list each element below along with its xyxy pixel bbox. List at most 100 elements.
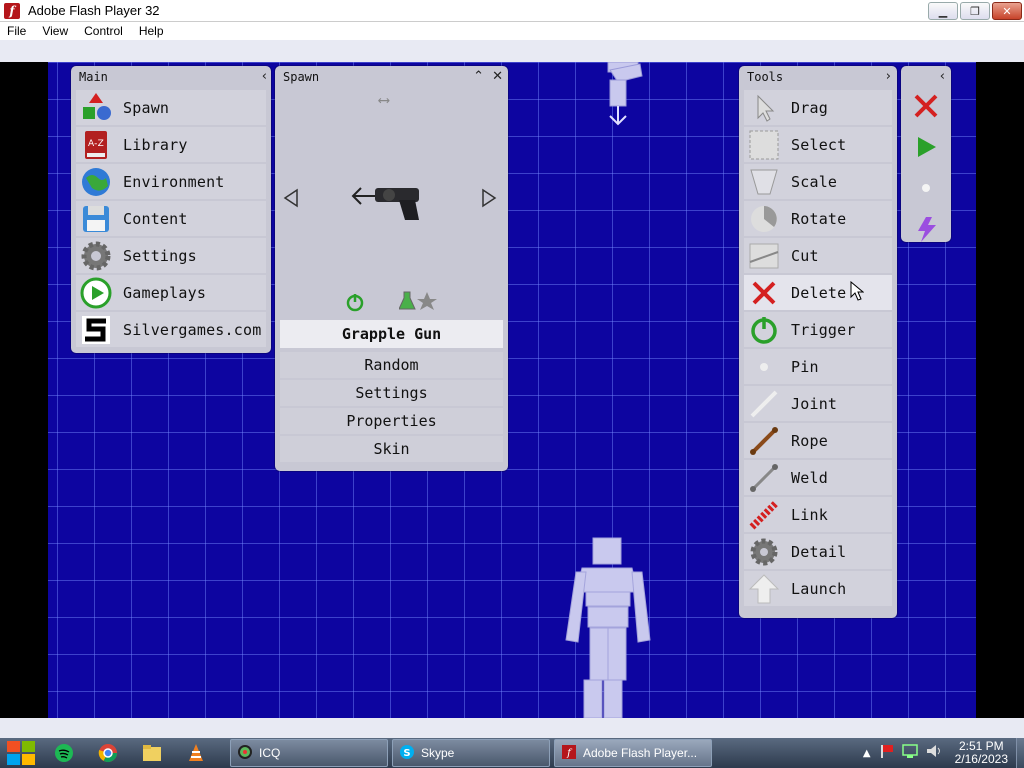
taskbar-app-skype[interactable]: S Skype xyxy=(392,739,550,767)
tool-label: Trigger xyxy=(791,320,856,339)
taskbar-app-label: ICQ xyxy=(259,746,281,760)
vlc-cone-icon[interactable] xyxy=(182,740,210,766)
menu-view[interactable]: View xyxy=(34,24,76,38)
volume-icon[interactable] xyxy=(925,743,943,763)
lightning-icon[interactable] xyxy=(912,215,940,247)
top-strip xyxy=(0,40,1024,62)
taskbar-app-icq[interactable]: ICQ xyxy=(230,739,388,767)
spotify-icon[interactable] xyxy=(50,740,78,766)
tool-rotate[interactable]: Rotate xyxy=(744,201,892,236)
taskbar: ICQ S Skype f Adobe Flash Player... ▲ 2:… xyxy=(0,738,1024,768)
tool-launch[interactable]: Launch xyxy=(744,571,892,606)
tool-pin[interactable]: Pin xyxy=(744,349,892,384)
main-panel: Main ‹ Spawn A-Z Library Environment Con… xyxy=(71,66,271,353)
main-item-content[interactable]: Content xyxy=(76,201,266,236)
main-item-gameplays[interactable]: Gameplays xyxy=(76,275,266,310)
main-item-library[interactable]: A-Z Library xyxy=(76,127,266,162)
clock-date: 2/16/2023 xyxy=(954,752,1008,766)
globe-icon xyxy=(79,166,113,198)
taskbar-clock[interactable]: 2:51 PM 2/16/2023 xyxy=(955,740,1008,766)
properties-button[interactable]: Properties xyxy=(280,408,503,434)
tool-label: Scale xyxy=(791,172,838,191)
start-button[interactable] xyxy=(0,738,42,768)
grapple-gun-icon[interactable] xyxy=(349,182,429,230)
tool-label: Rope xyxy=(791,431,828,450)
tool-scale[interactable]: Scale xyxy=(744,164,892,199)
tool-trigger[interactable]: Trigger xyxy=(744,312,892,347)
main-item-settings[interactable]: Settings xyxy=(76,238,266,273)
silvergames-logo-icon xyxy=(79,314,113,346)
play-icon[interactable] xyxy=(912,133,940,165)
window-titlebar: f Adobe Flash Player 32 ▁ ❐ ✕ xyxy=(0,0,1024,22)
dot-icon[interactable] xyxy=(912,174,940,206)
main-panel-title: Main xyxy=(79,70,108,84)
spawn-settings-button[interactable]: Settings xyxy=(280,380,503,406)
gear-icon xyxy=(79,240,113,272)
chrome-icon[interactable] xyxy=(94,740,122,766)
selected-spawn-item[interactable]: Grapple Gun xyxy=(280,320,503,348)
select-box-icon xyxy=(747,129,781,161)
tool-delete[interactable]: Delete xyxy=(744,275,892,310)
scale-icon xyxy=(747,166,781,198)
power-icon[interactable] xyxy=(345,292,365,316)
taskbar-app-label: Skype xyxy=(421,746,455,760)
main-item-environment[interactable]: Environment xyxy=(76,164,266,199)
show-desktop-button[interactable] xyxy=(1016,738,1024,768)
tool-label: Rotate xyxy=(791,209,847,228)
collapse-chevron-icon[interactable]: ‹ xyxy=(940,69,945,84)
tool-cut[interactable]: Cut xyxy=(744,238,892,273)
tool-joint[interactable]: Joint xyxy=(744,386,892,421)
main-item-spawn[interactable]: Spawn xyxy=(76,90,266,125)
tool-link[interactable]: Link xyxy=(744,497,892,532)
next-arrow-icon[interactable] xyxy=(481,188,497,212)
skype-icon: S xyxy=(399,744,415,763)
tools-panel-title: Tools xyxy=(747,70,784,84)
previous-arrow-icon[interactable] xyxy=(283,188,299,212)
quick-actions-header: ‹ xyxy=(901,66,951,88)
close-button[interactable]: ✕ xyxy=(992,2,1022,20)
menu-bar: File View Control Help xyxy=(0,22,1024,40)
ragdoll-figure[interactable] xyxy=(565,537,651,718)
chevron-up-icon[interactable]: ⌃ xyxy=(473,69,484,84)
windows-logo-icon xyxy=(7,741,35,765)
window-controls: ▁ ❐ ✕ xyxy=(928,2,1022,20)
collapse-chevron-icon[interactable]: ‹ xyxy=(262,69,267,84)
main-item-silvergames[interactable]: Silvergames.com xyxy=(76,312,266,347)
minimize-button[interactable]: ▁ xyxy=(928,2,958,20)
tools-panel-header: Tools › xyxy=(739,66,897,88)
tool-drag[interactable]: Drag xyxy=(744,90,892,125)
main-item-label: Settings xyxy=(123,246,197,265)
menu-control[interactable]: Control xyxy=(76,24,131,38)
close-icon[interactable]: ✕ xyxy=(492,69,503,84)
random-button[interactable]: Random xyxy=(280,352,503,378)
spawn-panel: Spawn ⌃ ✕ ⟷ Grapple Gun Random Settings … xyxy=(275,66,508,471)
skin-button[interactable]: Skin xyxy=(280,436,503,462)
svg-text:A-Z: A-Z xyxy=(88,139,104,149)
hanging-object[interactable] xyxy=(607,62,643,126)
spawn-shapes-icon xyxy=(79,92,113,124)
tool-label: Joint xyxy=(791,394,838,413)
tool-rope[interactable]: Rope xyxy=(744,423,892,458)
tool-weld[interactable]: Weld xyxy=(744,460,892,495)
menu-help[interactable]: Help xyxy=(131,24,172,38)
action-center-flag-icon[interactable] xyxy=(879,743,895,763)
tool-label: Cut xyxy=(791,246,819,265)
taskbar-app-flash-player[interactable]: f Adobe Flash Player... xyxy=(554,739,712,767)
network-icon[interactable] xyxy=(901,743,919,763)
flip-arrows-icon[interactable]: ⟷ xyxy=(379,90,389,109)
main-item-label: Content xyxy=(123,209,188,228)
weld-icon xyxy=(747,462,781,494)
cut-icon xyxy=(747,240,781,272)
tool-label: Detail xyxy=(791,542,847,561)
main-item-label: Gameplays xyxy=(123,283,207,302)
flask-star-icon[interactable] xyxy=(398,290,439,316)
tool-select[interactable]: Select xyxy=(744,127,892,162)
tool-detail[interactable]: Detail xyxy=(744,534,892,569)
menu-file[interactable]: File xyxy=(0,24,34,38)
expand-chevron-icon[interactable]: › xyxy=(886,69,891,84)
maximize-button[interactable]: ❐ xyxy=(960,2,990,20)
folder-icon[interactable] xyxy=(138,740,166,766)
clear-all-x-icon[interactable] xyxy=(912,92,940,124)
cursor-icon xyxy=(747,92,781,124)
show-hidden-icons-icon[interactable]: ▲ xyxy=(863,748,871,759)
